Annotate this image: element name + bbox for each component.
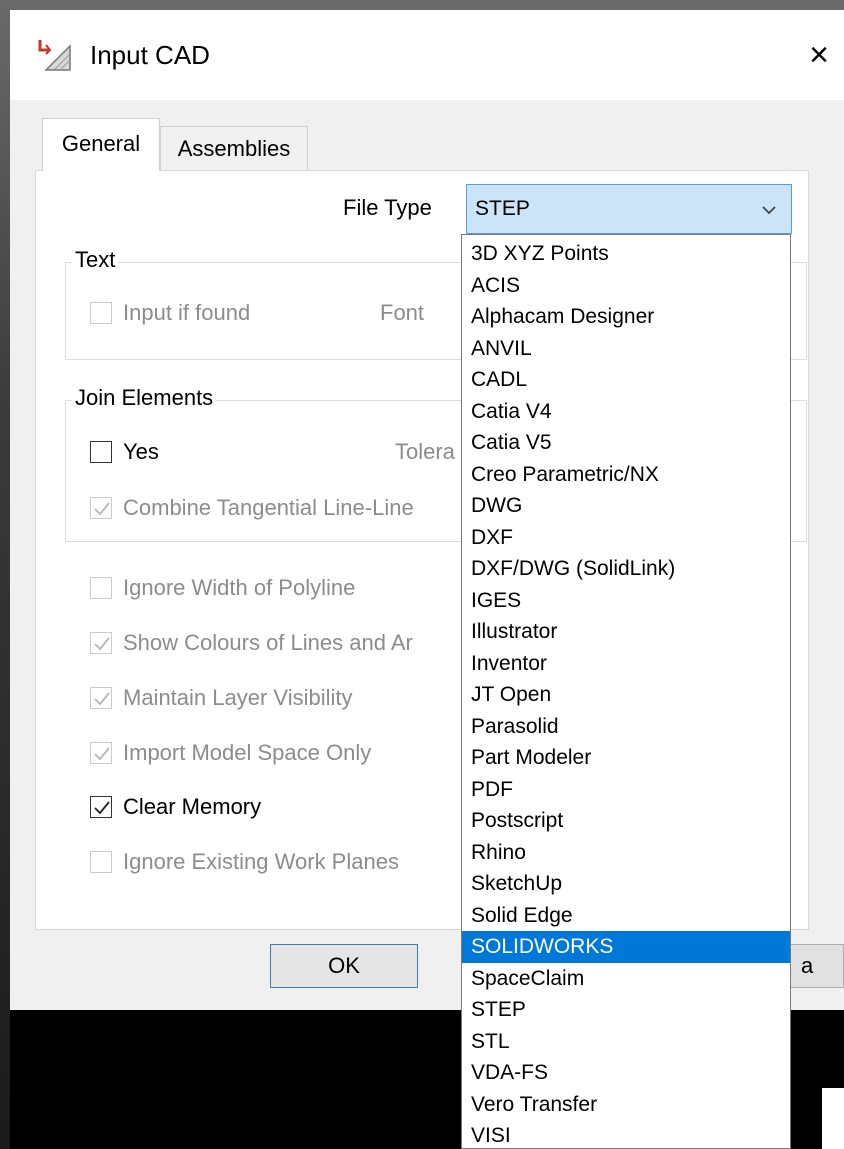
dropdown-option[interactable]: VISI: [462, 1120, 790, 1148]
checkmark-icon: [94, 692, 110, 706]
show-colours-label: Show Colours of Lines and Ar: [123, 630, 413, 655]
input-if-found-label: Input if found: [123, 300, 251, 325]
dropdown-option[interactable]: Rhino: [462, 837, 790, 869]
dropdown-option[interactable]: DWG: [462, 490, 790, 522]
checkmark-icon: [94, 747, 110, 761]
clear-memory-checkbox[interactable]: [90, 796, 112, 818]
dropdown-option[interactable]: Part Modeler: [462, 742, 790, 774]
dropdown-option[interactable]: DXF: [462, 522, 790, 554]
dropdown-option[interactable]: VDA-FS: [462, 1057, 790, 1089]
dialog-title: Input CAD: [90, 40, 210, 70]
dropdown-option[interactable]: SpaceClaim: [462, 963, 790, 995]
model-space-checkbox[interactable]: [90, 742, 112, 764]
dropdown-option[interactable]: 3D XYZ Points: [462, 238, 790, 270]
dropdown-option[interactable]: DXF/DWG (SolidLink): [462, 553, 790, 585]
background-window-edge: [822, 1088, 844, 1149]
ignore-width-checkbox[interactable]: [90, 577, 112, 599]
file-type-select[interactable]: STEP: [466, 184, 792, 234]
dropdown-option[interactable]: ACIS: [462, 270, 790, 302]
file-type-dropdown-list: 3D XYZ Points ACIS Alphacam Designer ANVIL C…: [461, 234, 791, 1149]
tolerance-label: Tolera: [395, 439, 455, 464]
file-type-value: STEP: [475, 197, 530, 220]
dropdown-option[interactable]: Vero Transfer: [462, 1089, 790, 1121]
title-bar: Input CAD ×: [10, 10, 844, 100]
file-type-label: File Type: [343, 195, 432, 220]
dropdown-option[interactable]: ANVIL: [462, 333, 790, 365]
dropdown-option[interactable]: Alphacam Designer: [462, 301, 790, 333]
yes-checkbox[interactable]: [90, 441, 112, 463]
input-cad-icon: [36, 36, 76, 74]
dropdown-option[interactable]: Creo Parametric/NX: [462, 459, 790, 491]
dropdown-option[interactable]: Catia V4: [462, 396, 790, 428]
yes-label: Yes: [123, 439, 159, 464]
checkmark-icon: [94, 801, 110, 815]
dropdown-option[interactable]: STL: [462, 1026, 790, 1058]
text-group-title: Text: [72, 247, 119, 273]
combine-tangential-label: Combine Tangential Line-Line: [123, 495, 414, 520]
dropdown-option[interactable]: Postscript: [462, 805, 790, 837]
tab-general[interactable]: General: [42, 118, 160, 171]
font-label: Font: [380, 300, 425, 325]
dropdown-option[interactable]: SketchUp: [462, 868, 790, 900]
dropdown-option[interactable]: JT Open: [462, 679, 790, 711]
ignore-work-planes-label: Ignore Existing Work Planes: [123, 849, 399, 874]
input-if-found-checkbox[interactable]: [90, 302, 112, 324]
chevron-down-icon: [761, 203, 777, 215]
dropdown-option[interactable]: Solid Edge: [462, 900, 790, 932]
model-space-label: Import Model Space Only: [123, 740, 372, 765]
dropdown-option[interactable]: IGES: [462, 585, 790, 617]
dropdown-option[interactable]: SOLIDWORKS: [462, 931, 790, 963]
checkmark-icon: [94, 502, 110, 516]
dropdown-option[interactable]: Catia V5: [462, 427, 790, 459]
ignore-work-planes-checkbox[interactable]: [90, 851, 112, 873]
combine-tangential-checkbox[interactable]: [90, 497, 112, 519]
show-colours-checkbox[interactable]: [90, 632, 112, 654]
maintain-layer-checkbox[interactable]: [90, 687, 112, 709]
dropdown-option[interactable]: Illustrator: [462, 616, 790, 648]
ok-button[interactable]: OK: [270, 944, 418, 988]
dropdown-option[interactable]: Parasolid: [462, 711, 790, 743]
checkmark-icon: [94, 637, 110, 651]
dropdown-option[interactable]: Inventor: [462, 648, 790, 680]
dropdown-option[interactable]: PDF: [462, 774, 790, 806]
join-elements-title: Join Elements: [72, 385, 217, 411]
dropdown-option[interactable]: CADL: [462, 364, 790, 396]
tab-assemblies[interactable]: Assemblies: [160, 126, 308, 170]
close-icon[interactable]: ×: [794, 30, 844, 80]
dropdown-option[interactable]: STEP: [462, 994, 790, 1026]
ignore-width-label: Ignore Width of Polyline: [123, 575, 356, 600]
clear-memory-label: Clear Memory: [123, 794, 262, 819]
maintain-layer-label: Maintain Layer Visibility: [123, 685, 353, 710]
